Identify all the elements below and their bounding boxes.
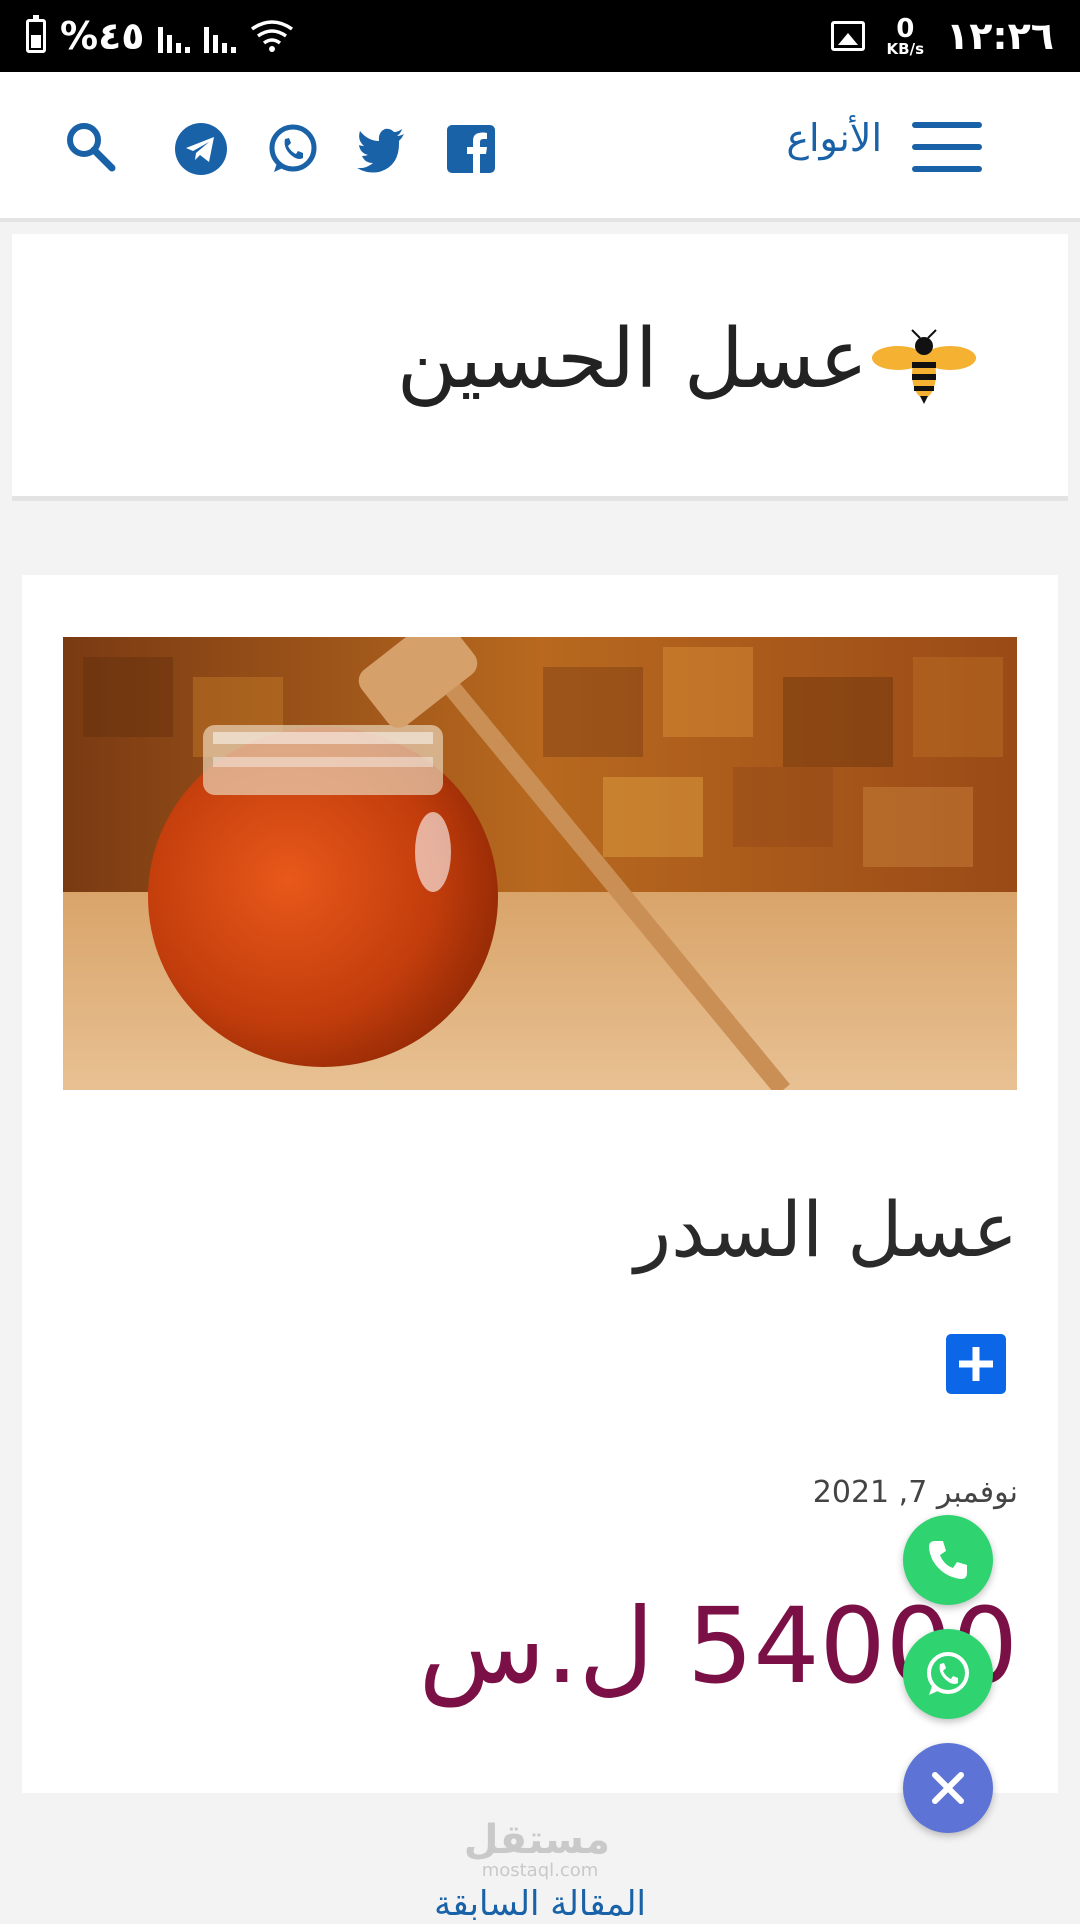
bee-icon (872, 329, 976, 404)
article-title[interactable]: عسل السدر (634, 1185, 1018, 1274)
whatsapp-icon (927, 1652, 969, 1695)
site-title[interactable]: عسل الحسين (397, 312, 868, 407)
battery-percent: %٤٥ (60, 14, 145, 58)
search-icon[interactable] (62, 118, 118, 174)
telegram-icon[interactable] (174, 122, 228, 176)
honey-jar-photo[interactable] (63, 637, 1017, 1090)
site-header: الأنواع (0, 72, 1080, 222)
whatsapp-icon[interactable] (266, 122, 320, 176)
signal-icon-2 (204, 19, 237, 53)
call-button[interactable] (903, 1515, 993, 1605)
site-branding: عسل الحسين (12, 234, 1068, 501)
net-speed: 0 KB/s (886, 13, 925, 58)
twitter-icon[interactable] (354, 122, 408, 176)
previous-article-link[interactable]: المقالة السابقة (0, 1884, 1080, 1924)
hamburger-menu-icon[interactable] (912, 122, 982, 172)
gallery-notification-icon (830, 21, 865, 51)
close-fab-button[interactable] (903, 1743, 993, 1833)
mostaql-watermark: مستقل mostaql.com (463, 1817, 610, 1881)
phone-icon (929, 1541, 967, 1579)
battery-icon (26, 15, 46, 53)
categories-menu-label[interactable]: الأنواع (786, 116, 882, 160)
wifi-icon (251, 20, 294, 52)
article-card: عسل السدر نوفمبر 7, 2021 54000 ل.س (22, 575, 1058, 1793)
facebook-icon[interactable] (444, 122, 498, 176)
whatsapp-chat-button[interactable] (903, 1629, 993, 1719)
signal-icon (158, 19, 191, 53)
status-bar: %٤٥ 0 KB/s ١٢:٢٦ (0, 0, 1080, 72)
article-date: نوفمبر 7, 2021 (812, 1475, 1018, 1510)
share-plus-button[interactable] (946, 1334, 1006, 1394)
clock: ١٢:٢٦ (946, 14, 1054, 58)
close-icon (932, 1772, 964, 1804)
